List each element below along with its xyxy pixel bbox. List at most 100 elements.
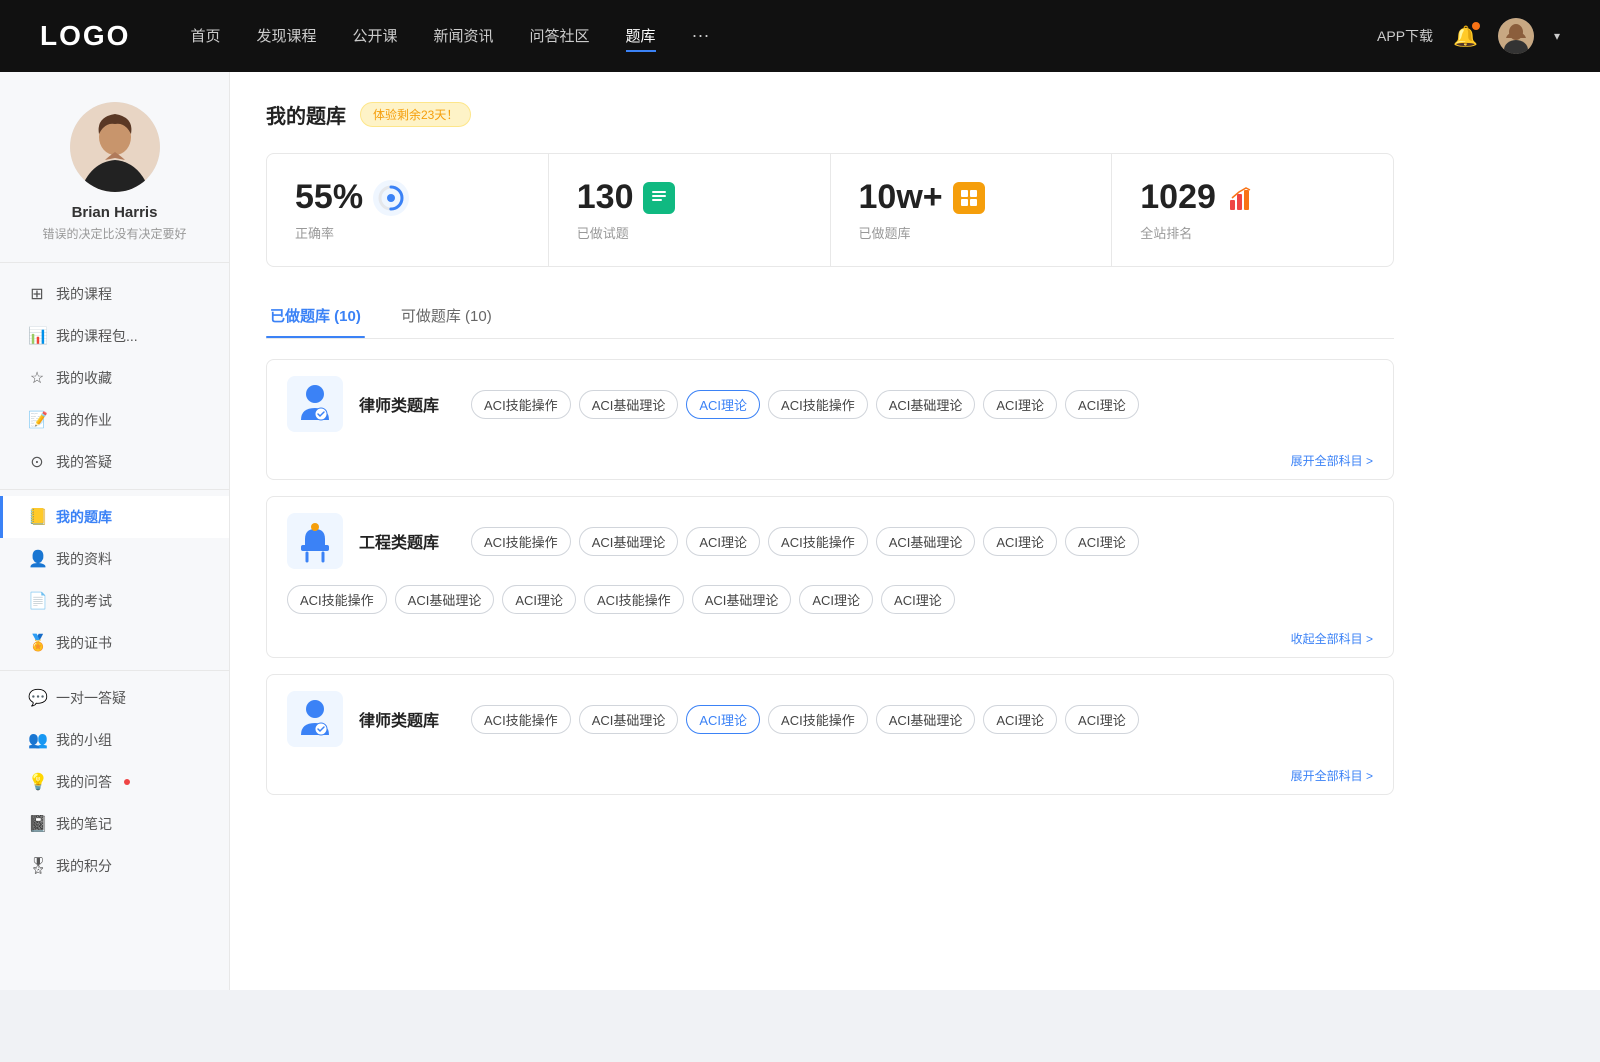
bank-tag[interactable]: ACI技能操作 bbox=[768, 527, 868, 556]
bank-expand-btn-3[interactable]: 展开全部科目 > bbox=[1291, 767, 1373, 784]
profile-icon: 👤 bbox=[28, 549, 46, 569]
main-content: 我的题库 体验剩余23天！ 55% bbox=[230, 72, 1600, 990]
bank-expand-btn-1[interactable]: 展开全部科目 > bbox=[1291, 452, 1373, 469]
sidebar-item-qa[interactable]: ⊙ 我的答疑 bbox=[0, 441, 229, 483]
nav-link-more[interactable]: ··· bbox=[692, 21, 710, 52]
sidebar: Brian Harris 错误的决定比没有决定要好 ⊞ 我的课程 📊 我的课程包… bbox=[0, 72, 230, 990]
nav-avatar[interactable] bbox=[1498, 18, 1534, 54]
bank-tag[interactable]: ACI理论 bbox=[983, 527, 1057, 556]
profile-name: Brian Harris bbox=[72, 204, 158, 221]
nav-app-download[interactable]: APP下载 bbox=[1377, 26, 1433, 46]
stats-row: 55% 正确率 130 bbox=[266, 153, 1394, 267]
sidebar-item-my-qa[interactable]: 💡 我的问答 bbox=[0, 761, 229, 803]
bank-tag[interactable]: ACI技能操作 bbox=[768, 705, 868, 734]
bank-tags-3: ACI技能操作 ACI基础理论 ACI理论 ACI技能操作 ACI基础理论 AC… bbox=[471, 705, 1373, 734]
sidebar-item-course[interactable]: ⊞ 我的课程 bbox=[0, 273, 229, 315]
nav-link-bank[interactable]: 题库 bbox=[626, 21, 656, 52]
tab-done[interactable]: 已做题库 (10) bbox=[266, 295, 365, 338]
sidebar-item-question-bank[interactable]: 📒 我的题库 bbox=[0, 496, 229, 538]
bank-avatar-3 bbox=[287, 691, 343, 747]
sidebar-item-course-pack[interactable]: 📊 我的课程包... bbox=[0, 315, 229, 357]
sidebar-item-exam[interactable]: 📄 我的考试 bbox=[0, 580, 229, 622]
group-icon: 👥 bbox=[28, 730, 46, 750]
sidebar-item-points[interactable]: 🎖 我的积分 bbox=[0, 845, 229, 887]
ranking-icon bbox=[1226, 182, 1258, 214]
nav-link-courses[interactable]: 发现课程 bbox=[256, 21, 316, 52]
nav-chevron-icon[interactable]: ▾ bbox=[1554, 29, 1560, 43]
bank-tag[interactable]: ACI技能操作 bbox=[471, 527, 571, 556]
notes-icon: 📓 bbox=[28, 814, 46, 834]
bank-tag[interactable]: ACI技能操作 bbox=[287, 585, 387, 614]
stat-accuracy-value: 55% bbox=[295, 178, 363, 217]
exam-icon: 📄 bbox=[28, 591, 46, 611]
nav-link-opencourse[interactable]: 公开课 bbox=[352, 21, 397, 52]
nav-link-home[interactable]: 首页 bbox=[190, 21, 220, 52]
stat-questions: 130 已做试题 bbox=[549, 154, 831, 266]
bank-card-1: 律师类题库 ACI技能操作 ACI基础理论 ACI理论 ACI技能操作 ACI基… bbox=[266, 359, 1394, 480]
bank-tag[interactable]: ACI技能操作 bbox=[584, 585, 684, 614]
bank-tag[interactable]: ACI技能操作 bbox=[768, 390, 868, 419]
bank-tags-2: ACI技能操作 ACI基础理论 ACI理论 ACI技能操作 ACI基础理论 AC… bbox=[471, 527, 1373, 556]
profile-motto: 错误的决定比没有决定要好 bbox=[42, 225, 186, 242]
questions-icon bbox=[643, 182, 675, 214]
bank-tag-active[interactable]: ACI理论 bbox=[686, 390, 760, 419]
bank-tag[interactable]: ACI理论 bbox=[1065, 705, 1139, 734]
bank-tag[interactable]: ACI基础理论 bbox=[579, 390, 679, 419]
tab-available[interactable]: 可做题库 (10) bbox=[397, 295, 496, 338]
qa-icon: ⊙ bbox=[28, 452, 46, 472]
sidebar-item-certificate[interactable]: 🏅 我的证书 bbox=[0, 622, 229, 664]
sidebar-item-notes[interactable]: 📓 我的笔记 bbox=[0, 803, 229, 845]
bank-expand-3: 展开全部科目 > bbox=[267, 763, 1393, 794]
tutoring-icon: 💬 bbox=[28, 688, 46, 708]
bank-expand-1: 展开全部科目 > bbox=[267, 448, 1393, 479]
nav-link-news[interactable]: 新闻资讯 bbox=[434, 21, 494, 52]
nav-links: 首页 发现课程 公开课 新闻资讯 问答社区 题库 ··· bbox=[190, 21, 1377, 52]
menu-divider-2 bbox=[0, 670, 229, 671]
bank-tags-row2: ACI技能操作 ACI基础理论 ACI理论 ACI技能操作 ACI基础理论 AC… bbox=[267, 585, 1393, 626]
stat-accuracy-label: 正确率 bbox=[295, 223, 520, 242]
bank-name-3: 律师类题库 bbox=[359, 707, 439, 731]
bank-tag[interactable]: ACI理论 bbox=[502, 585, 576, 614]
bank-name-1: 律师类题库 bbox=[359, 392, 439, 416]
nav-bell[interactable]: 🔔 bbox=[1453, 24, 1478, 49]
bank-tag[interactable]: ACI基础理论 bbox=[579, 527, 679, 556]
bank-avatar-2 bbox=[287, 513, 343, 569]
bank-tag[interactable]: ACI基础理论 bbox=[579, 705, 679, 734]
bank-tag[interactable]: ACI理论 bbox=[1065, 390, 1139, 419]
sidebar-item-profile[interactable]: 👤 我的资料 bbox=[0, 538, 229, 580]
nav-logo[interactable]: LOGO bbox=[40, 20, 130, 52]
bank-tag[interactable]: ACI基础理论 bbox=[395, 585, 495, 614]
bank-tag[interactable]: ACI技能操作 bbox=[471, 705, 571, 734]
bank-card-2: 工程类题库 ACI技能操作 ACI基础理论 ACI理论 ACI技能操作 ACI基… bbox=[266, 496, 1394, 658]
bank-tag[interactable]: ACI基础理论 bbox=[876, 705, 976, 734]
bank-tag[interactable]: ACI基础理论 bbox=[692, 585, 792, 614]
certificate-icon: 🏅 bbox=[28, 633, 46, 653]
bank-tag[interactable]: ACI技能操作 bbox=[471, 390, 571, 419]
bank-tag[interactable]: ACI基础理论 bbox=[876, 390, 976, 419]
bank-tag[interactable]: ACI理论 bbox=[881, 585, 955, 614]
sidebar-item-group[interactable]: 👥 我的小组 bbox=[0, 719, 229, 761]
nav-link-qa[interactable]: 问答社区 bbox=[530, 21, 590, 52]
bank-tag[interactable]: ACI基础理论 bbox=[876, 527, 976, 556]
points-icon: 🎖 bbox=[28, 856, 46, 876]
bank-tag[interactable]: ACI理论 bbox=[1065, 527, 1139, 556]
stat-ranking-value: 1029 bbox=[1140, 178, 1216, 217]
sidebar-item-favorites[interactable]: ☆ 我的收藏 bbox=[0, 357, 229, 399]
bank-expand-btn-2[interactable]: 收起全部科目 > bbox=[1291, 630, 1373, 647]
nav-right: APP下载 🔔 ▾ bbox=[1377, 18, 1560, 54]
sidebar-item-homework[interactable]: 📝 我的作业 bbox=[0, 399, 229, 441]
stat-questions-value: 130 bbox=[577, 178, 634, 217]
bank-tag[interactable]: ACI理论 bbox=[983, 390, 1057, 419]
bank-tag[interactable]: ACI理论 bbox=[799, 585, 873, 614]
tabs: 已做题库 (10) 可做题库 (10) bbox=[266, 295, 1394, 339]
stat-ranking: 1029 全站排名 bbox=[1112, 154, 1393, 266]
bank-name-2: 工程类题库 bbox=[359, 529, 439, 553]
bank-tag[interactable]: ACI理论 bbox=[983, 705, 1057, 734]
bank-tag-active[interactable]: ACI理论 bbox=[686, 705, 760, 734]
accuracy-icon bbox=[373, 180, 409, 216]
sidebar-item-tutoring[interactable]: 💬 一对一答疑 bbox=[0, 677, 229, 719]
sidebar-profile: Brian Harris 错误的决定比没有决定要好 bbox=[0, 72, 229, 263]
menu-divider-1 bbox=[0, 489, 229, 490]
homework-icon: 📝 bbox=[28, 410, 46, 430]
bank-tag[interactable]: ACI理论 bbox=[686, 527, 760, 556]
